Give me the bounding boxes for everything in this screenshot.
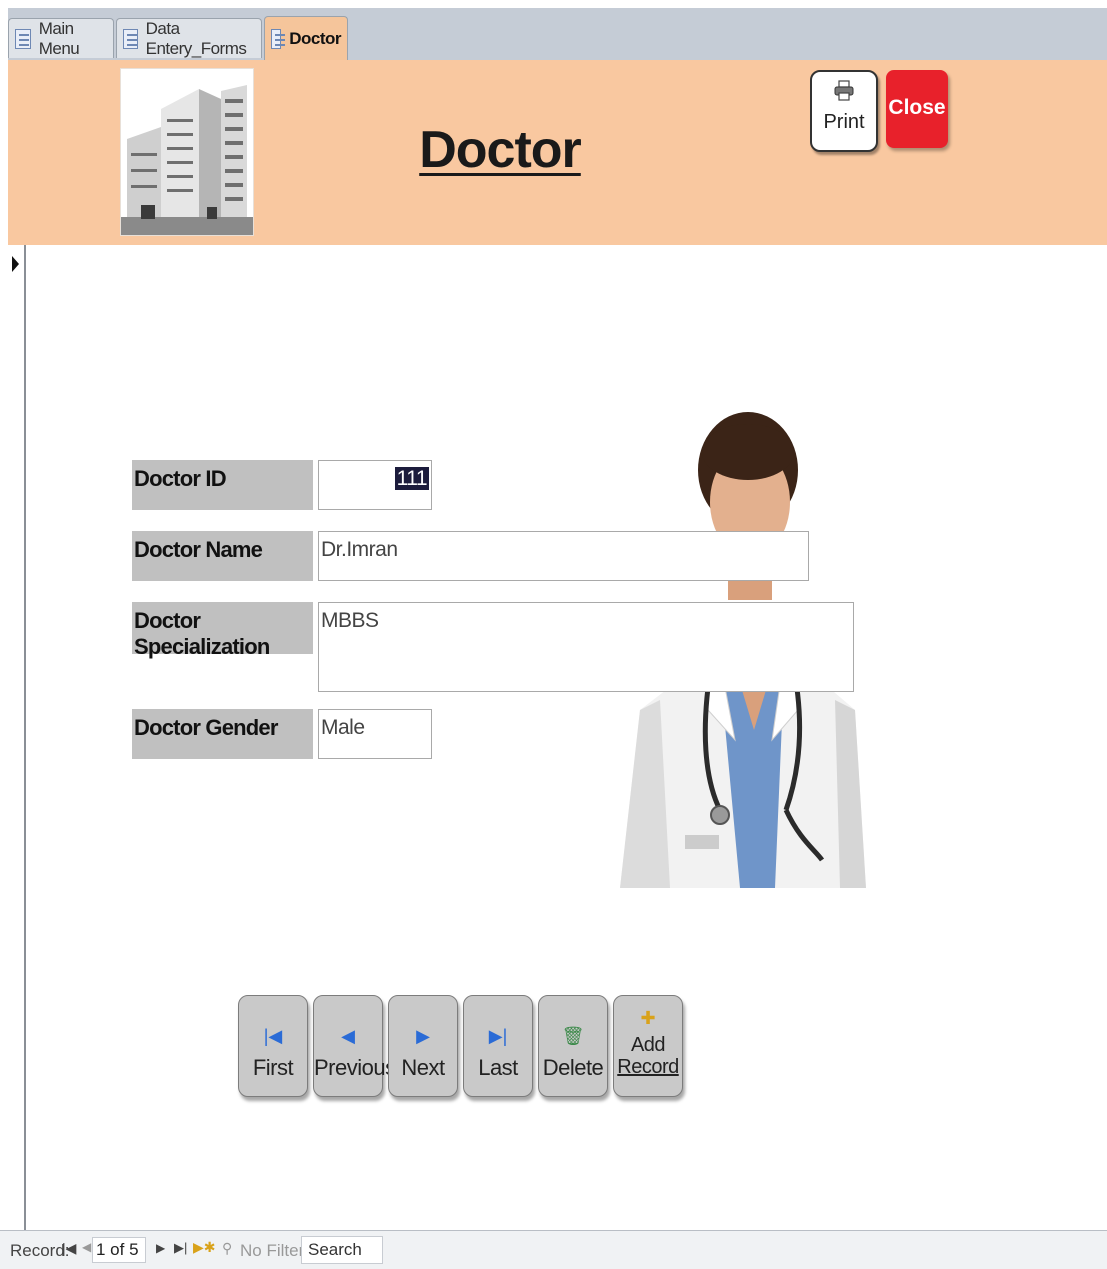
- doctor-specialization-label: Doctor Specialization: [132, 602, 313, 659]
- previous-record-nav-icon[interactable]: ◀: [82, 1240, 91, 1254]
- hospital-building-logo: [120, 68, 254, 236]
- doctor-gender-label: Doctor Gender: [132, 709, 313, 759]
- first-record-button[interactable]: |◀ First: [238, 995, 308, 1097]
- record-position-field[interactable]: 1 of 5: [92, 1237, 146, 1263]
- filter-icon: ⚲: [222, 1240, 233, 1256]
- document-tab-bar: Main Menu Data Entery_Forms Doctor: [0, 0, 1107, 61]
- tab-data-entery-forms[interactable]: Data Entery_Forms: [116, 18, 262, 58]
- page-title: Doctor: [419, 121, 582, 179]
- filter-status[interactable]: No Filter: [240, 1241, 304, 1261]
- record-navigation-bar: Record: |◀ ◀ 1 of 5 ▶ ▶| ▶✱ ⚲ No Filter …: [0, 1230, 1107, 1269]
- previous-label: Previous: [314, 1055, 396, 1080]
- tab-doctor[interactable]: Doctor: [264, 16, 348, 60]
- print-label: Print: [823, 111, 865, 133]
- tab-main-menu[interactable]: Main Menu: [8, 18, 114, 58]
- next-record-icon: ▶: [416, 1026, 430, 1046]
- tab-label: Data Entery_Forms: [145, 18, 247, 58]
- record-label: Record:: [10, 1241, 70, 1260]
- doctor-name-label: Doctor Name: [132, 531, 313, 581]
- delete-icon: 🗑: [561, 1026, 585, 1046]
- tab-label: Main Menu: [38, 18, 80, 58]
- doctor-specialization-field[interactable]: MBBS: [318, 602, 854, 692]
- delete-record-button[interactable]: 🗑 Delete: [538, 995, 608, 1097]
- doctor-id-field[interactable]: 111: [318, 460, 432, 510]
- delete-label: Delete: [542, 1055, 604, 1080]
- first-record-nav-icon[interactable]: |◀: [62, 1240, 76, 1257]
- search-input[interactable]: Search: [301, 1236, 383, 1264]
- add-label-line1: Add: [630, 1034, 666, 1056]
- next-record-button[interactable]: ▶ Next: [388, 995, 458, 1097]
- doctor-id-value: 111: [394, 467, 429, 490]
- form-icon: [15, 28, 31, 49]
- doctor-name-field[interactable]: Dr.Imran: [318, 531, 809, 581]
- current-record-arrow-icon: [12, 256, 19, 272]
- last-label: Last: [478, 1055, 518, 1080]
- record-selector[interactable]: [8, 245, 26, 1230]
- new-record-nav-icon[interactable]: ▶✱: [193, 1239, 216, 1256]
- last-record-button[interactable]: ▶| Last: [463, 995, 533, 1097]
- last-record-nav-icon[interactable]: ▶|: [174, 1240, 187, 1256]
- add-label-line2: Record: [617, 1056, 679, 1078]
- doctor-gender-field[interactable]: Male: [318, 709, 432, 759]
- first-record-icon: |◀: [263, 1026, 283, 1046]
- tab-label: Doctor: [289, 28, 341, 48]
- add-record-icon: ✚: [640, 1008, 656, 1028]
- first-label: First: [252, 1055, 294, 1080]
- next-record-nav-icon[interactable]: ▶: [156, 1241, 165, 1255]
- last-record-icon: ▶|: [488, 1026, 508, 1046]
- close-button[interactable]: Close: [886, 70, 948, 148]
- print-button[interactable]: Print: [810, 70, 878, 152]
- doctor-id-label: Doctor ID: [132, 460, 313, 510]
- print-icon: [834, 80, 854, 101]
- close-label: Close: [888, 96, 946, 119]
- previous-record-button[interactable]: ◀ Previous: [313, 995, 396, 1097]
- form-icon: [123, 28, 138, 49]
- next-label: Next: [401, 1055, 445, 1080]
- previous-record-icon: ◀: [341, 1026, 355, 1046]
- tab-strip: Main Menu Data Entery_Forms Doctor: [8, 8, 1107, 61]
- form-icon: [271, 28, 286, 49]
- add-record-button[interactable]: ✚ Add Record: [613, 995, 683, 1097]
